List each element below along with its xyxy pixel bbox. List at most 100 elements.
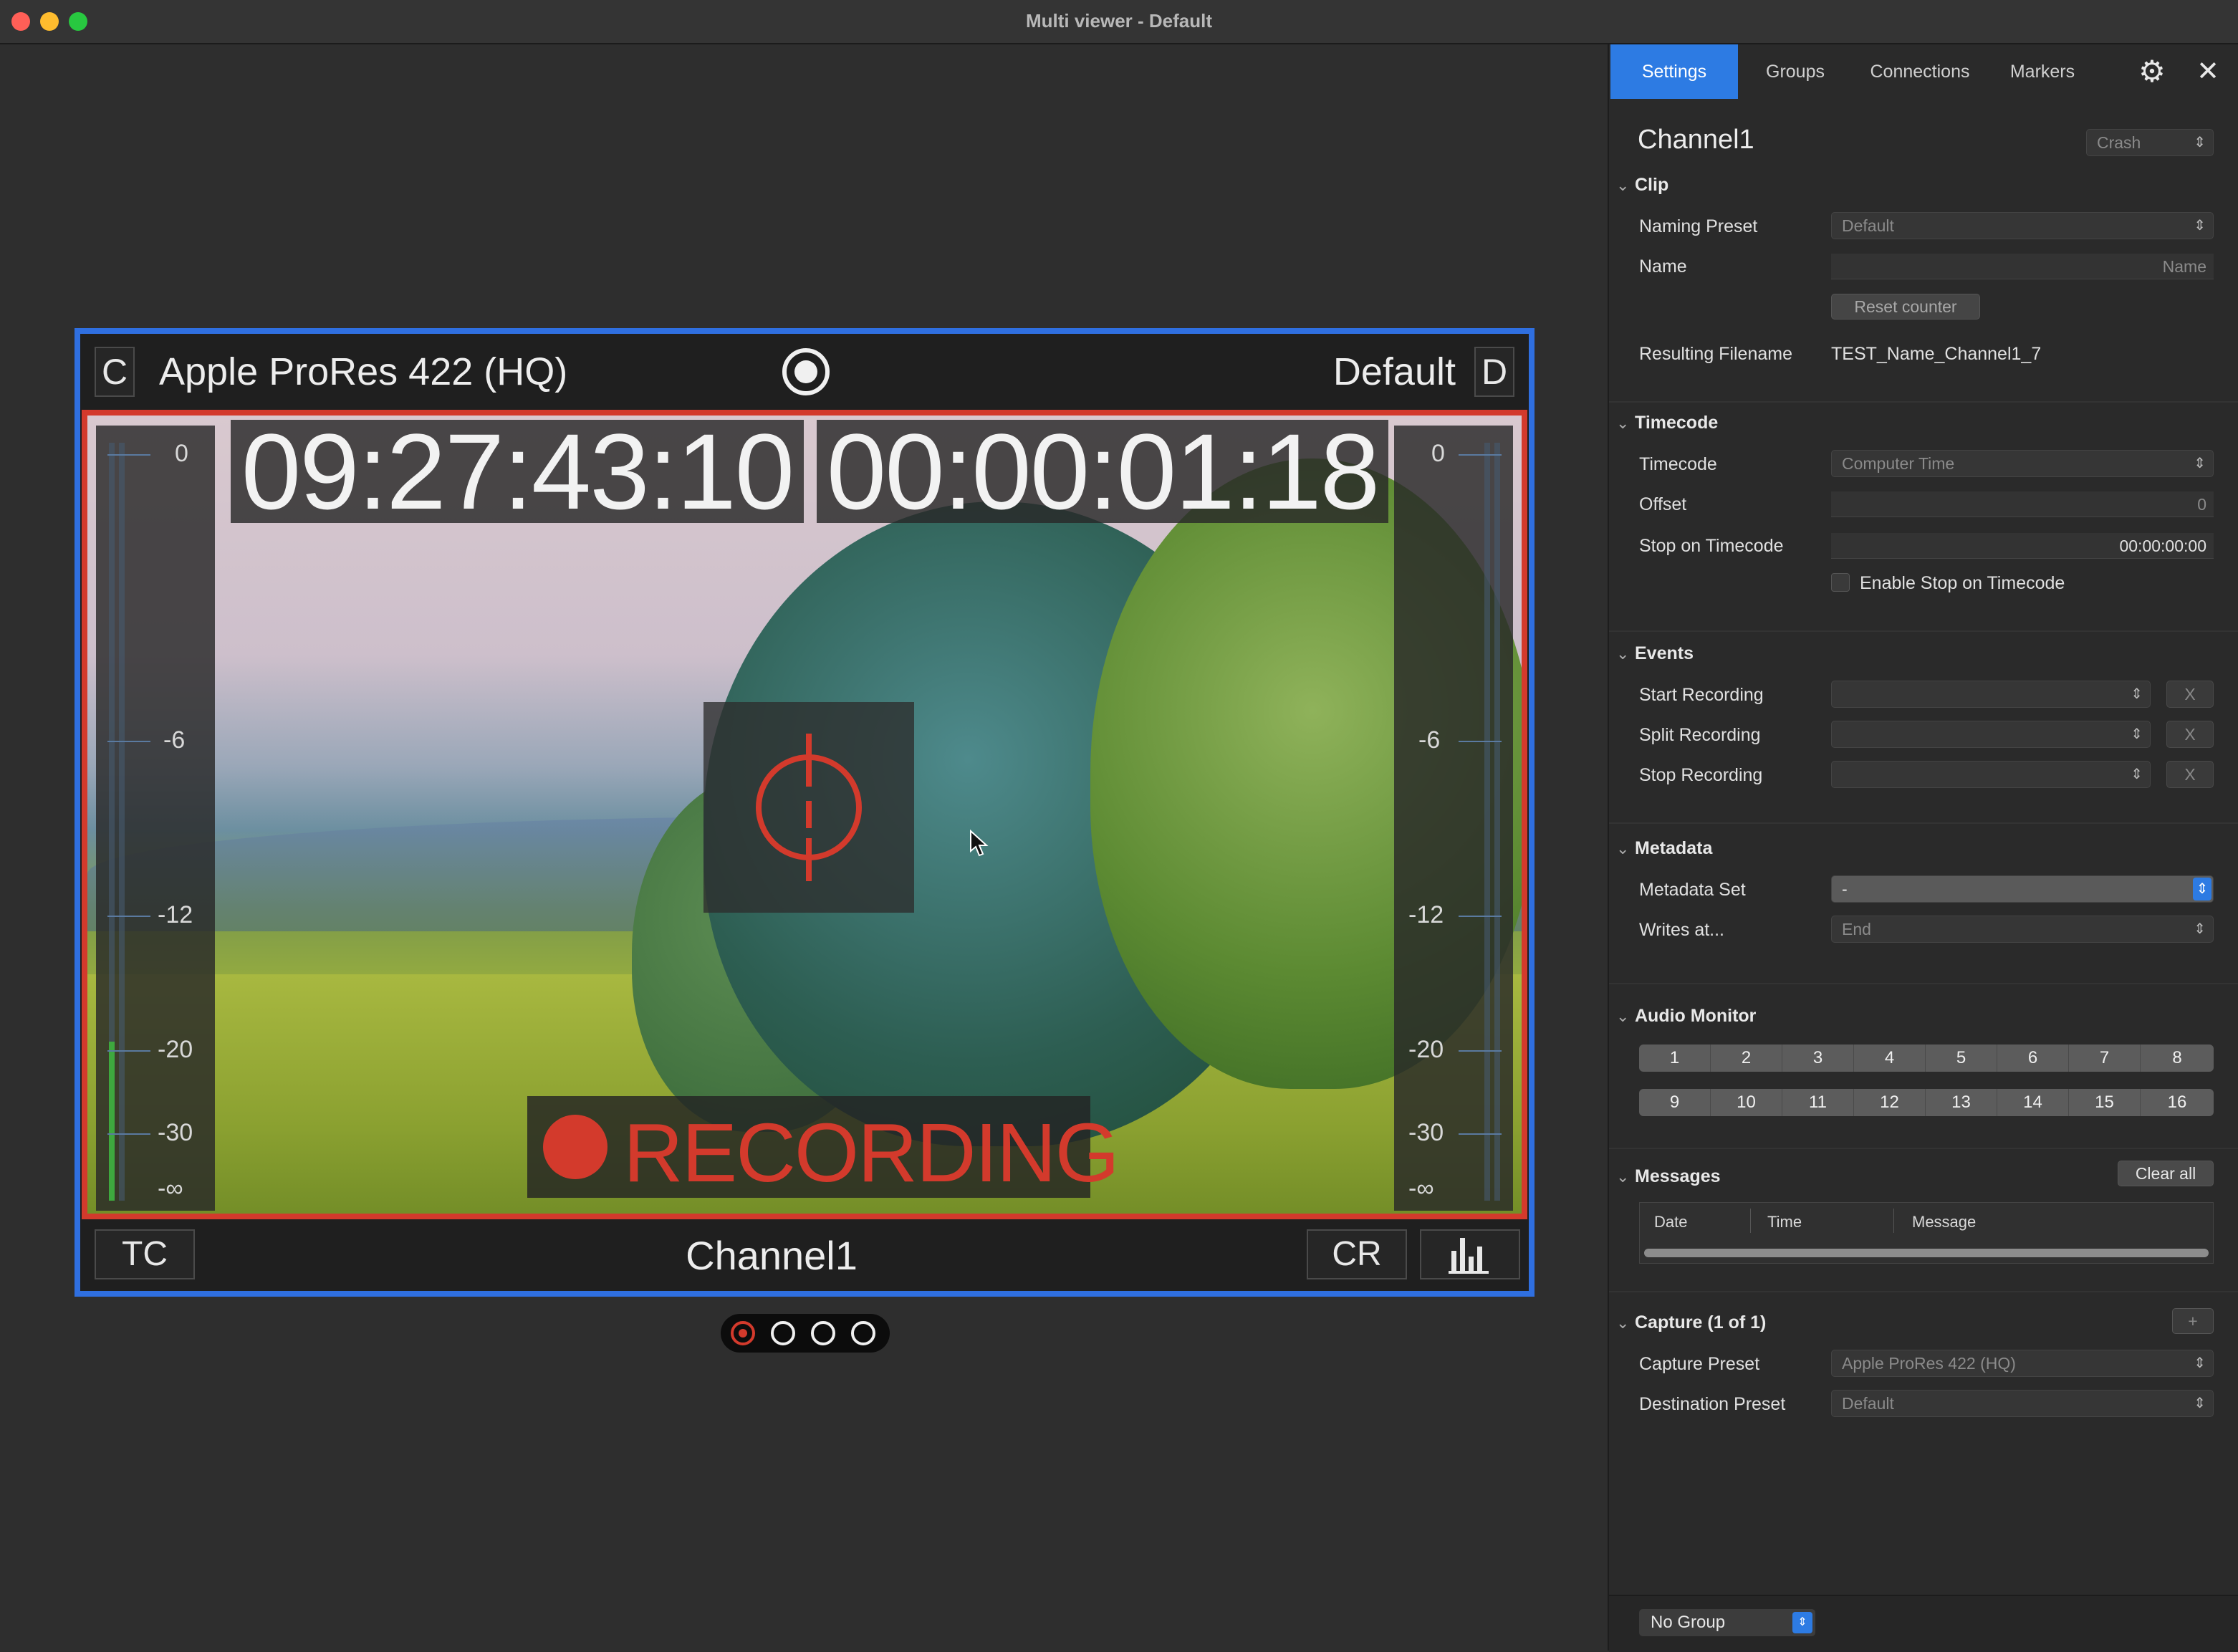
- clip-section-header[interactable]: ⌄ Clip: [1616, 175, 1668, 196]
- meter-label: -30: [158, 1119, 193, 1146]
- meter-tick: [107, 916, 150, 917]
- writes-at-select[interactable]: End ⇕: [1831, 916, 2214, 943]
- tab-groups[interactable]: Groups: [1739, 44, 1851, 99]
- column-header-message[interactable]: Message: [1912, 1213, 1976, 1231]
- panel-footer: No Group ⇕: [1609, 1595, 2238, 1652]
- mouse-pointer-icon: [970, 830, 989, 857]
- audio-channel-button[interactable]: 6: [1997, 1044, 2069, 1072]
- audio-channel-button[interactable]: 1: [1639, 1044, 1711, 1072]
- audio-monitor-section-header[interactable]: ⌄ Audio Monitor: [1616, 1006, 1756, 1027]
- c-button[interactable]: C: [95, 347, 135, 397]
- clear-all-button[interactable]: Clear all: [2118, 1161, 2214, 1186]
- messages-section-header[interactable]: ⌄ Messages: [1616, 1166, 1721, 1187]
- enable-stop-label: Enable Stop on Timecode: [1860, 573, 2065, 593]
- audio-channel-button[interactable]: 15: [2069, 1089, 2141, 1116]
- meter-tick: [1459, 1133, 1502, 1135]
- chevron-down-icon: ⌄: [1616, 414, 1630, 432]
- capture-preset-select[interactable]: Apple ProRes 422 (HQ) ⇕: [1831, 1350, 2214, 1377]
- d-button[interactable]: D: [1474, 347, 1514, 397]
- audio-channel-button[interactable]: 4: [1854, 1044, 1926, 1072]
- close-panel-icon[interactable]: ✕: [2189, 53, 2227, 90]
- timecode-label: Timecode: [1639, 454, 1717, 474]
- group-select[interactable]: No Group ⇕: [1639, 1609, 1815, 1636]
- page-dot-3[interactable]: [811, 1321, 835, 1345]
- audio-channel-button[interactable]: 8: [2141, 1044, 2214, 1072]
- codec-label: Apple ProRes 422 (HQ): [159, 350, 568, 393]
- clear-split-recording-button[interactable]: X: [2166, 721, 2214, 748]
- audio-channel-button[interactable]: 7: [2069, 1044, 2141, 1072]
- select-arrows-icon: ⇕: [2131, 726, 2143, 742]
- naming-preset-select[interactable]: Default ⇕: [1831, 212, 2214, 239]
- stop-timecode-input[interactable]: 00:00:00:00: [1831, 533, 2214, 559]
- capture-section-header[interactable]: ⌄ Capture (1 of 1): [1616, 1312, 1766, 1333]
- crosshair-icon: [756, 734, 862, 881]
- clear-stop-recording-button[interactable]: X: [2166, 761, 2214, 788]
- divider: [1609, 630, 2238, 632]
- select-arrows-icon: ⇕: [2194, 1396, 2206, 1411]
- stop-recording-select[interactable]: ⇕: [1831, 761, 2151, 788]
- tab-connections[interactable]: Connections: [1857, 44, 1983, 99]
- metadata-section-header[interactable]: ⌄ Metadata: [1616, 838, 1712, 859]
- name-input[interactable]: Name: [1831, 254, 2214, 279]
- audio-channel-button[interactable]: 13: [1926, 1089, 1997, 1116]
- timecode-source-select[interactable]: Computer Time ⇕: [1831, 450, 2214, 477]
- audio-levels-button[interactable]: [1420, 1229, 1520, 1279]
- page-dot-2[interactable]: [771, 1321, 795, 1345]
- enable-stop-checkbox[interactable]: [1831, 573, 1850, 592]
- video-preview[interactable]: 0 -6 -12 -20 -30 -∞ 0 -6 -12 -20 -30 -∞ …: [82, 410, 1527, 1219]
- meter-label: 0: [175, 440, 188, 467]
- meter-bar: [1494, 443, 1500, 1201]
- events-section-header[interactable]: ⌄ Events: [1616, 643, 1694, 664]
- viewer-header: C Apple ProRes 422 (HQ) Default D: [80, 334, 1529, 410]
- destination-preset-select[interactable]: Default ⇕: [1831, 1390, 2214, 1417]
- meter-label: -∞: [1408, 1175, 1434, 1202]
- audio-channel-button[interactable]: 9: [1639, 1089, 1711, 1116]
- column-header-date[interactable]: Date: [1654, 1213, 1687, 1231]
- split-recording-label: Split Recording: [1639, 725, 1761, 745]
- naming-preset-value: Default: [1842, 216, 1894, 235]
- split-recording-select[interactable]: ⇕: [1831, 721, 2151, 748]
- add-capture-button[interactable]: +: [2172, 1308, 2214, 1334]
- column-header-time[interactable]: Time: [1767, 1213, 1802, 1231]
- audio-monitor-section-title: Audio Monitor: [1635, 1006, 1757, 1026]
- messages-section-title: Messages: [1635, 1166, 1721, 1186]
- clear-start-recording-button[interactable]: X: [2166, 681, 2214, 708]
- gear-icon[interactable]: ⚙: [2133, 53, 2171, 90]
- audio-channel-button[interactable]: 2: [1711, 1044, 1782, 1072]
- metadata-set-select[interactable]: - ⇕: [1831, 875, 2214, 903]
- writes-at-value: End: [1842, 920, 1871, 938]
- select-arrows-icon: ⇕: [2193, 878, 2211, 901]
- chevron-down-icon: ⌄: [1616, 1168, 1630, 1186]
- horizontal-scrollbar[interactable]: [1644, 1249, 2209, 1257]
- audio-channel-button[interactable]: 16: [2141, 1089, 2214, 1116]
- cr-button[interactable]: CR: [1307, 1229, 1407, 1279]
- audio-channel-button[interactable]: 14: [1997, 1089, 2069, 1116]
- offset-input[interactable]: 0: [1831, 491, 2214, 517]
- audio-channel-button[interactable]: 11: [1782, 1089, 1854, 1116]
- window-title: Multi viewer - Default: [1025, 10, 1213, 32]
- record-indicator-icon[interactable]: [782, 348, 830, 395]
- select-arrows-icon: ⇕: [2194, 456, 2206, 471]
- start-recording-select[interactable]: ⇕: [1831, 681, 2151, 708]
- reset-counter-button[interactable]: Reset counter: [1831, 294, 1980, 320]
- meter-label: 0: [1431, 440, 1445, 467]
- timecode-section-header[interactable]: ⌄ Timecode: [1616, 413, 1718, 433]
- capture-preset-value: Apple ProRes 422 (HQ): [1842, 1354, 2016, 1373]
- tab-settings[interactable]: Settings: [1610, 44, 1738, 99]
- clip-section-title: Clip: [1635, 175, 1669, 195]
- page-dot-4[interactable]: [851, 1321, 875, 1345]
- audio-channel-row-2: 9 10 11 12 13 14 15 16: [1639, 1089, 2214, 1116]
- channel-viewer[interactable]: C Apple ProRes 422 (HQ) Default D 0 -6 -…: [75, 328, 1535, 1297]
- audio-channel-button[interactable]: 12: [1854, 1089, 1926, 1116]
- select-arrows-icon: ⇕: [2131, 686, 2143, 702]
- bar-chart-icon: [1449, 1238, 1489, 1274]
- group-select-value: No Group: [1651, 1613, 1726, 1632]
- audio-channel-button[interactable]: 10: [1711, 1089, 1782, 1116]
- channel-mode-select[interactable]: Crash ⇕: [2086, 129, 2214, 156]
- chevron-down-icon: ⌄: [1616, 1007, 1630, 1025]
- metadata-section-title: Metadata: [1635, 838, 1713, 858]
- tab-markers[interactable]: Markers: [1989, 44, 2096, 99]
- audio-channel-button[interactable]: 3: [1782, 1044, 1854, 1072]
- audio-channel-button[interactable]: 5: [1926, 1044, 1997, 1072]
- page-dot-1[interactable]: [731, 1321, 755, 1345]
